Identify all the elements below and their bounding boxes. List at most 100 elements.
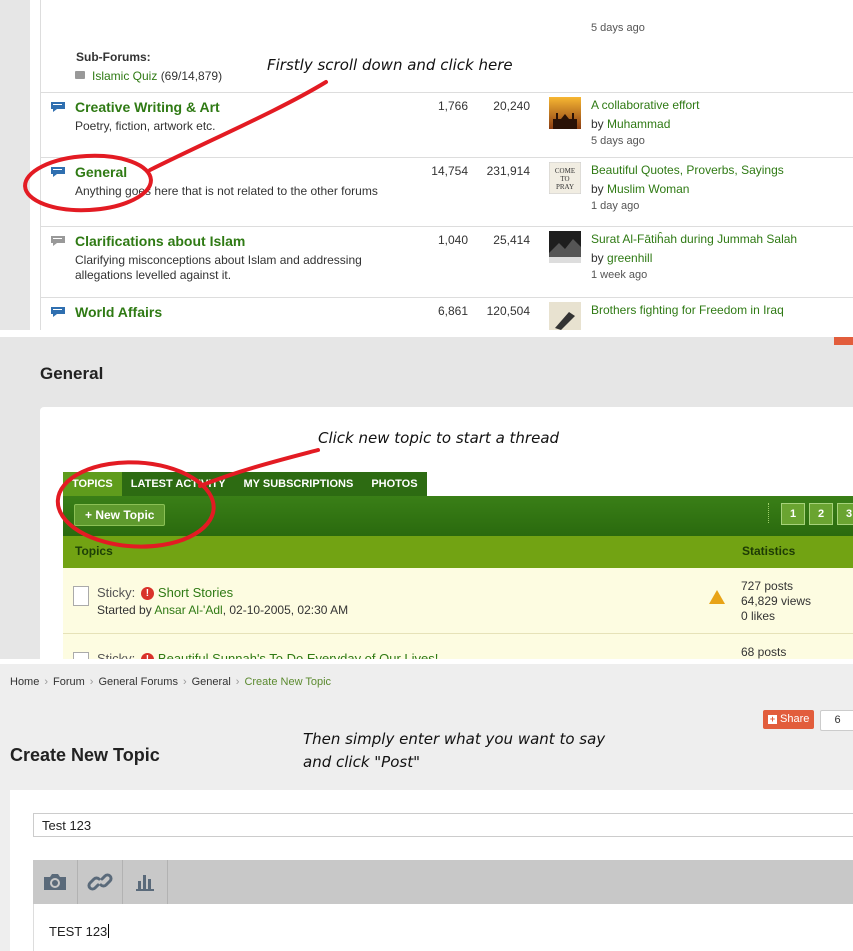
speech-bubble-icon (51, 307, 65, 317)
topic-title-line: Sticky: ! Short Stories (97, 585, 233, 600)
svg-text:PRAY: PRAY (556, 183, 574, 191)
forum-post-count: 231,914 (486, 164, 530, 178)
editor-text[interactable]: TEST 123 (49, 924, 107, 939)
breadcrumb: Home › Forum › General Forums › General › Create… (10, 676, 331, 688)
forum-title-link[interactable]: Creative Writing & Art (75, 99, 220, 115)
last-post-author: by Muslim Woman (591, 182, 689, 196)
last-post-by-prefix: by (591, 117, 608, 131)
last-post-by-prefix: by (591, 182, 608, 196)
breadcrumb-separator-icon: › (89, 676, 94, 688)
forum-title-link[interactable]: Clarifications about Islam (75, 233, 245, 249)
last-post-author: by greenhill (591, 251, 652, 265)
tab-photos[interactable]: Photos (362, 472, 427, 496)
last-post-time: 1 day ago (591, 200, 640, 212)
last-post-author: by Muhammad (591, 117, 670, 131)
forum-thread-count: 1,040 (437, 233, 468, 247)
share-button[interactable]: + Share (763, 710, 815, 729)
breadcrumb-forum[interactable]: Forum (53, 676, 85, 688)
last-post-thumbnail[interactable] (549, 97, 581, 129)
pagination: 1 2 3 (768, 503, 853, 525)
create-topic-panel: Home › Forum › General Forums › General › Create… (0, 664, 853, 951)
last-post-user-link[interactable]: Muslim Woman (607, 182, 689, 196)
last-post-time: 1 week ago (591, 269, 648, 281)
last-post-thumbnail[interactable] (549, 302, 581, 330)
topic-title-input[interactable]: Test 123 (33, 813, 853, 837)
forum-row: World Affairs 6,861 120,504 Brothers fig… (40, 297, 853, 330)
message-editor[interactable]: TEST 123 (33, 904, 853, 951)
forum-title-link-general[interactable]: General (75, 164, 127, 180)
general-forum-panel: General Topics Latest Activity My Subscr… (0, 337, 853, 659)
topic-statistics: 727 posts 64,829 views 0 likes (741, 579, 811, 624)
topic-title-link[interactable]: Beautiful Sunnah's To Do Everyday of Our… (158, 651, 438, 659)
tab-topics[interactable]: Topics (63, 472, 122, 496)
subforum-link-islamic-quiz[interactable]: Islamic Quiz (69/14,879) (92, 69, 222, 83)
speech-bubble-icon (51, 102, 65, 112)
last-post-by-prefix: by (591, 251, 608, 265)
sticky-label: Sticky: (97, 651, 136, 659)
breadcrumb-separator-icon: › (235, 676, 240, 688)
column-topics[interactable]: Topics (75, 544, 113, 558)
last-post-title-link[interactable]: Surat Al-Fātiĥah during Jummah Salah (591, 232, 797, 246)
forum-post-count: 120,504 (486, 304, 530, 318)
subforums-label: Sub-Forums: (76, 50, 151, 64)
last-post-user-link[interactable]: Muhammad (607, 117, 670, 131)
topic-title-line: Sticky: ! Beautiful Sunnah's To Do Everyd… (97, 651, 438, 659)
insert-link-button[interactable] (78, 860, 123, 904)
forum-row: Clarifications about Islam Clarifying mi… (40, 226, 853, 297)
subforum-name[interactable]: Islamic Quiz (92, 69, 157, 83)
topic-post-count: 68 posts (741, 645, 787, 659)
topic-view-count: 64,829 views (741, 594, 812, 608)
last-post-title-link[interactable]: A collaborative effort (591, 98, 700, 112)
breadcrumb-separator-icon: › (182, 676, 187, 688)
breadcrumb-general-forums[interactable]: General Forums (98, 676, 177, 688)
new-topic-button[interactable]: + New Topic (74, 504, 166, 526)
share-label: Share (780, 713, 810, 725)
camera-icon (44, 874, 66, 890)
page-title: Create New Topic (10, 745, 160, 765)
tab-latest-activity[interactable]: Latest Activity (121, 472, 235, 496)
topic-column-header: Topics Statistics (63, 536, 853, 568)
topic-like-count: 0 likes (741, 609, 776, 623)
last-post-user-link[interactable]: greenhill (607, 251, 652, 265)
share-button-edge[interactable] (834, 337, 853, 345)
breadcrumb-general[interactable]: General (192, 676, 231, 688)
last-post-thumbnail[interactable]: COMETOPRAY (549, 162, 581, 194)
forum-row: Creative Writing & Art Poetry, fiction, … (40, 92, 853, 157)
tab-bar: Topics Latest Activity My Subscriptions … (63, 472, 427, 496)
breadcrumb-home[interactable]: Home (10, 676, 39, 688)
insert-photo-button[interactable] (33, 860, 78, 904)
topic-author-link[interactable]: Ansar Al-'Adl (154, 603, 222, 617)
page-button[interactable]: 2 (809, 503, 833, 525)
insert-poll-button[interactable] (123, 860, 168, 904)
svg-text:TO: TO (560, 175, 569, 183)
alert-icon: ! (140, 653, 154, 659)
editor-toolbar (33, 860, 853, 904)
forum-list-panel: 5 days ago Sub-Forums: Islamic Quiz (69/… (0, 0, 853, 330)
last-post-title-link[interactable]: Brothers fighting for Freedom in Iraq (591, 303, 784, 317)
forum-row: General Anything goes here that is not r… (40, 157, 853, 226)
last-post-title-link[interactable]: Beautiful Quotes, Proverbs, Sayings (591, 163, 784, 177)
svg-text:COME: COME (555, 167, 575, 175)
pagination-divider (768, 503, 771, 523)
topic-row: Sticky: ! Short Stories Started by Ansar … (63, 568, 853, 634)
page-title: General (40, 364, 104, 383)
link-icon (87, 873, 113, 891)
sticky-label: Sticky: (97, 585, 136, 600)
annotation-step-1: Firstly scroll down and click here (267, 56, 513, 74)
page-button[interactable]: 3 (837, 503, 853, 525)
column-statistics[interactable]: Statistics (742, 544, 795, 558)
forum-thread-count: 1,766 (437, 99, 468, 113)
breadcrumb-current: Create New Topic (244, 676, 332, 688)
topic-started-by: Started by Ansar Al-'Adl, 02-10-2005, 02… (97, 603, 348, 617)
forum-thread-count: 6,861 (437, 304, 468, 318)
topic-date: , 02-10-2005, 02:30 AM (222, 603, 349, 617)
last-post-thumbnail[interactable] (549, 231, 581, 263)
forum-post-count: 20,240 (493, 99, 530, 113)
alert-icon: ! (140, 587, 154, 600)
create-topic-form: Test 123 TEST 123 (10, 790, 853, 951)
topic-title-link[interactable]: Short Stories (158, 585, 233, 600)
annotation-step-3-line-2: and click "Post" (303, 753, 420, 771)
forum-title-link[interactable]: World Affairs (75, 304, 162, 320)
page-button[interactable]: 1 (781, 503, 805, 525)
tab-my-subscriptions[interactable]: My Subscriptions (234, 472, 363, 496)
